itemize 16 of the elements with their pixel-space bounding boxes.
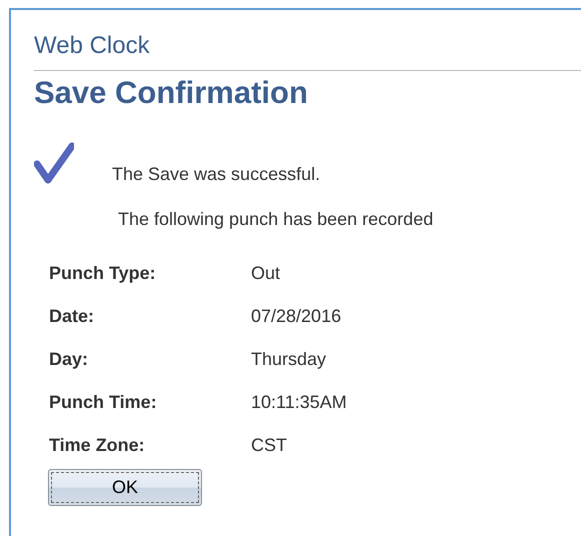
field-label: Date: <box>49 306 94 326</box>
field-label: Punch Type: <box>49 263 156 283</box>
field-label: Day: <box>49 349 88 369</box>
app-title: Web Clock <box>34 32 150 60</box>
detail-message: The following punch has been recorded <box>118 209 434 229</box>
ok-button[interactable]: OK <box>48 469 202 506</box>
field-value: Thursday <box>251 349 326 369</box>
page-title: Save Confirmation <box>34 74 308 112</box>
field-label: Time Zone: <box>49 435 145 455</box>
field-value: Out <box>251 263 280 283</box>
checkmark-icon <box>34 142 74 184</box>
success-message: The Save was successful. <box>112 164 320 184</box>
field-value: CST <box>251 435 287 455</box>
field-label: Punch Time: <box>49 392 157 412</box>
field-value: 10:11:35AM <box>251 392 347 412</box>
field-value: 07/28/2016 <box>251 306 342 326</box>
